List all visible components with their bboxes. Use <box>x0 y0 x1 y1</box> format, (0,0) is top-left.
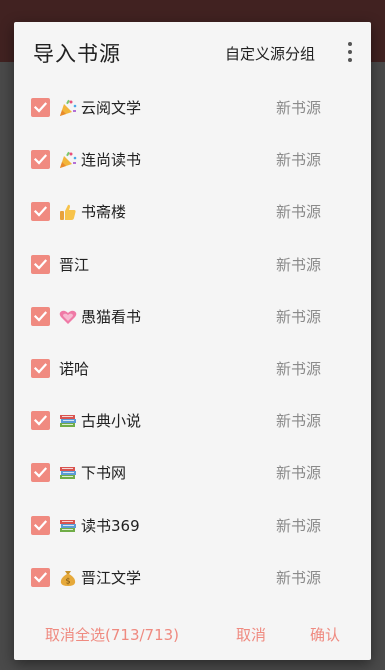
party-popper-icon <box>58 150 78 170</box>
source-status-tag: 新书源 <box>275 307 321 326</box>
book-source-row[interactable]: $ 晋江文学 新书源 <box>14 552 371 604</box>
thumbs-up-icon <box>58 202 78 222</box>
source-checkbox[interactable] <box>31 567 50 587</box>
source-status-tag: 新书源 <box>275 516 321 535</box>
source-status-tag: 新书源 <box>275 464 321 483</box>
more-vert-icon[interactable] <box>345 41 355 63</box>
source-status-tag: 新书源 <box>275 151 321 170</box>
source-checkbox[interactable] <box>31 98 50 117</box>
deselect-all-button[interactable]: 取消全选(713/713) <box>45 624 179 645</box>
source-status-tag: 新书源 <box>275 412 321 431</box>
source-checkbox[interactable] <box>31 254 50 274</box>
source-status-tag: 新书源 <box>275 360 321 378</box>
book-source-row[interactable]: 下书网 新书源 <box>14 447 371 499</box>
party-popper-icon <box>58 98 78 118</box>
source-name: 晋江 <box>59 255 90 274</box>
book-source-row[interactable]: 晋江 新书源 <box>14 239 371 291</box>
source-name: 读书369 <box>81 516 140 535</box>
custom-source-group-button[interactable]: 自定义源分组 <box>225 43 315 64</box>
source-name: 书斋楼 <box>81 203 127 222</box>
source-checkbox[interactable] <box>31 411 50 431</box>
source-name: 连尚读书 <box>81 151 142 170</box>
source-name: 愚猫看书 <box>81 307 142 326</box>
book-source-row[interactable]: 书斋楼 新书源 <box>14 186 371 238</box>
source-checkbox[interactable] <box>31 463 50 483</box>
source-status-tag: 新书源 <box>275 99 321 117</box>
book-source-row[interactable]: 愚猫看书 新书源 <box>14 291 371 343</box>
source-checkbox[interactable] <box>31 359 50 378</box>
books-icon <box>58 411 78 431</box>
book-source-row[interactable]: 诺哈 新书源 <box>14 343 371 395</box>
source-checkbox[interactable] <box>31 202 50 222</box>
source-name: 云阅文学 <box>81 99 142 117</box>
cancel-button[interactable]: 取消 <box>236 624 266 645</box>
source-checkbox[interactable] <box>31 150 50 170</box>
money-bag-icon: $ <box>58 568 78 588</box>
source-status-tag: 新书源 <box>275 255 321 274</box>
source-checkbox[interactable] <box>31 306 50 326</box>
books-icon <box>58 516 78 536</box>
source-status-tag: 新书源 <box>275 203 321 222</box>
dialog-title: 导入书源 <box>33 42 121 66</box>
source-name: 下书网 <box>81 464 127 483</box>
source-name: 诺哈 <box>59 360 90 378</box>
book-source-row[interactable]: 云阅文学 新书源 <box>14 82 371 134</box>
source-name: 晋江文学 <box>81 568 142 587</box>
svg-text:$: $ <box>65 576 70 585</box>
source-name: 古典小说 <box>81 412 142 431</box>
source-checkbox[interactable] <box>31 515 50 535</box>
sparkling-heart-icon <box>58 307 78 327</box>
confirm-button[interactable]: 确认 <box>310 624 340 645</box>
source-status-tag: 新书源 <box>275 568 321 587</box>
book-source-row[interactable]: 连尚读书 新书源 <box>14 134 371 186</box>
book-source-row[interactable]: 古典小说 新书源 <box>14 395 371 447</box>
book-source-row[interactable]: 读书369 新书源 <box>14 500 371 552</box>
books-icon <box>58 463 78 483</box>
import-book-source-dialog: 导入书源 自定义源分组 云阅文学 新书源 连尚读书 新书源 书斋楼 新书源 晋江 新书源 愚猫看… <box>14 22 371 660</box>
